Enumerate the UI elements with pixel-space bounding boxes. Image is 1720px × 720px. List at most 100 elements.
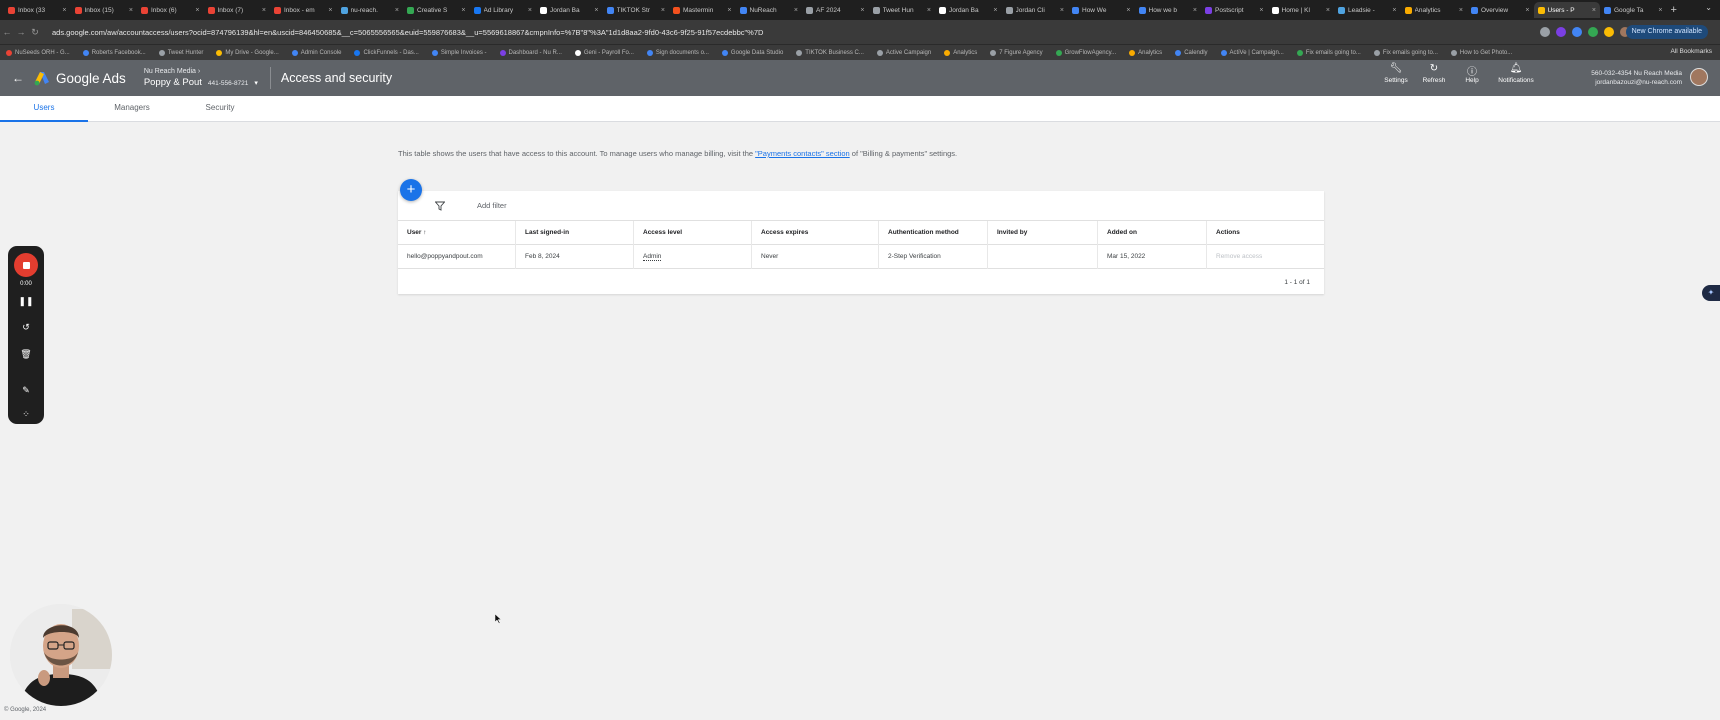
- column-header-invited-by[interactable]: Invited by: [988, 221, 1098, 245]
- browser-tab[interactable]: Tweet Hun ×: [869, 2, 936, 18]
- bookmark-item[interactable]: Fix emails going to...: [1373, 49, 1438, 56]
- column-header-added-on[interactable]: Added on: [1098, 221, 1207, 245]
- browser-tab[interactable]: TIKTOK Str ×: [603, 2, 670, 18]
- tab-security[interactable]: Security: [176, 96, 264, 122]
- close-tab-icon[interactable]: ×: [1193, 7, 1197, 14]
- close-tab-icon[interactable]: ×: [1525, 7, 1529, 14]
- bookmark-item[interactable]: Analytics: [1129, 49, 1162, 56]
- close-tab-icon[interactable]: ×: [328, 7, 332, 14]
- column-header-last-signed-in[interactable]: Last signed-in: [516, 221, 634, 245]
- browser-tab[interactable]: Mastermin ×: [669, 2, 736, 18]
- close-tab-icon[interactable]: ×: [1060, 7, 1064, 14]
- bookmark-item[interactable]: ActiVe | Campaign...: [1220, 49, 1284, 56]
- browser-tab[interactable]: Inbox (33 ×: [4, 2, 71, 18]
- address-bar[interactable]: ads.google.com/aw/accountaccess/users?oc…: [52, 28, 1252, 37]
- new-tab-button[interactable]: +: [1671, 4, 1677, 16]
- browser-tab[interactable]: Ad Library ×: [470, 2, 537, 18]
- browser-tab[interactable]: Jordan Ba ×: [935, 2, 1002, 18]
- close-tab-icon[interactable]: ×: [860, 7, 864, 14]
- browser-tab[interactable]: Inbox (15) ×: [71, 2, 138, 18]
- extension-icon[interactable]: [1540, 27, 1550, 37]
- bookmark-item[interactable]: Tweet Hunter: [158, 49, 203, 56]
- bookmark-item[interactable]: Fix emails going to...: [1296, 49, 1361, 56]
- filter-icon[interactable]: [435, 201, 445, 211]
- manager-account-name[interactable]: Nu Reach Media ›: [144, 68, 258, 75]
- browser-tab[interactable]: Leadsie - ×: [1334, 2, 1401, 18]
- browser-tab[interactable]: Users - P ×: [1533, 2, 1600, 18]
- close-tab-icon[interactable]: ×: [1459, 7, 1463, 14]
- close-tab-icon[interactable]: ×: [1126, 7, 1130, 14]
- column-header-user[interactable]: User ↑: [398, 221, 516, 245]
- stop-recording-button[interactable]: [14, 253, 38, 277]
- close-tab-icon[interactable]: ×: [1658, 7, 1662, 14]
- browser-tab[interactable]: How We ×: [1068, 2, 1135, 18]
- browser-tab[interactable]: Jordan Ba ×: [536, 2, 603, 18]
- tab-search-icon[interactable]: ⌄: [1705, 3, 1712, 12]
- all-bookmarks-button[interactable]: All Bookmarks: [1664, 48, 1712, 55]
- close-tab-icon[interactable]: ×: [528, 7, 532, 14]
- bookmark-item[interactable]: Google Data Studio: [721, 49, 783, 56]
- bookmark-item[interactable]: 7 Figure Agency: [990, 49, 1043, 56]
- browser-tab[interactable]: Overview ×: [1467, 2, 1534, 18]
- add-user-button[interactable]: +: [400, 179, 422, 201]
- bookmark-item[interactable]: Geni - Payroll Fo...: [574, 49, 634, 56]
- bookmark-item[interactable]: ClickFunnels - Das...: [354, 49, 419, 56]
- bookmark-item[interactable]: My Drive - Google...: [216, 49, 279, 56]
- back-arrow-icon[interactable]: ←: [12, 71, 28, 85]
- column-header-access-level[interactable]: Access level: [634, 221, 752, 245]
- close-tab-icon[interactable]: ×: [1392, 7, 1396, 14]
- bookmark-item[interactable]: Active Campaign: [876, 49, 931, 56]
- notifications-button[interactable]: 🔔︎ Notifications: [1496, 63, 1536, 84]
- chevron-down-icon[interactable]: ▾: [254, 79, 258, 87]
- refresh-button[interactable]: ↻ Refresh: [1420, 63, 1448, 84]
- close-tab-icon[interactable]: ×: [727, 7, 731, 14]
- remove-access-button[interactable]: Remove access: [1207, 245, 1324, 269]
- browser-tab[interactable]: AF 2024 ×: [802, 2, 869, 18]
- close-tab-icon[interactable]: ×: [62, 7, 66, 14]
- bookmark-item[interactable]: How to Get Photo...: [1450, 49, 1512, 56]
- browser-tab[interactable]: Inbox (7) ×: [204, 2, 271, 18]
- browser-tab[interactable]: Inbox (6) ×: [137, 2, 204, 18]
- bookmark-item[interactable]: Roberts Facebook...: [82, 49, 146, 56]
- close-tab-icon[interactable]: ×: [1259, 7, 1263, 14]
- sort-ascending-icon[interactable]: ↑: [423, 229, 426, 236]
- close-tab-icon[interactable]: ×: [1592, 7, 1596, 14]
- access-level-dropdown[interactable]: Admin: [643, 253, 662, 261]
- close-tab-icon[interactable]: ×: [262, 7, 266, 14]
- tab-users[interactable]: Users: [0, 96, 88, 122]
- close-tab-icon[interactable]: ×: [661, 7, 665, 14]
- avatar[interactable]: [1690, 68, 1708, 86]
- tab-managers[interactable]: Managers: [88, 96, 176, 122]
- column-header-access-expires[interactable]: Access expires: [752, 221, 879, 245]
- extension-icon[interactable]: [1556, 27, 1566, 37]
- bookmark-item[interactable]: Calendly: [1175, 49, 1208, 56]
- browser-tab[interactable]: Creative S ×: [403, 2, 470, 18]
- payments-contacts-link[interactable]: "Payments contacts" section: [755, 149, 850, 158]
- browser-tab[interactable]: nu-reach. ×: [337, 2, 404, 18]
- browser-tab[interactable]: Postscript ×: [1201, 2, 1268, 18]
- close-tab-icon[interactable]: ×: [594, 7, 598, 14]
- browser-tab[interactable]: Google Ta ×: [1600, 2, 1667, 18]
- browser-tab[interactable]: NuReach ×: [736, 2, 803, 18]
- bookmark-item[interactable]: GrowFlowAgency...: [1055, 49, 1116, 56]
- browser-tab[interactable]: How we b ×: [1135, 2, 1202, 18]
- close-tab-icon[interactable]: ×: [794, 7, 798, 14]
- bookmark-item[interactable]: Simple Invoices -: [431, 49, 487, 56]
- extension-icon[interactable]: [1604, 27, 1614, 37]
- reload-icon[interactable]: ↻: [28, 27, 42, 38]
- browser-tab[interactable]: Jordan Cli ×: [1002, 2, 1069, 18]
- help-button[interactable]: ⓘ Help: [1458, 63, 1486, 84]
- blur-tool-icon[interactable]: ⁘: [8, 409, 44, 420]
- draw-pen-icon[interactable]: ✎: [8, 385, 44, 396]
- extension-icon[interactable]: [1588, 27, 1598, 37]
- back-icon[interactable]: ←: [0, 27, 14, 37]
- close-tab-icon[interactable]: ×: [461, 7, 465, 14]
- webcam-bubble[interactable]: [10, 604, 112, 706]
- bookmark-item[interactable]: Dashboard - Nu R...: [499, 49, 562, 56]
- close-tab-icon[interactable]: ×: [993, 7, 997, 14]
- signed-in-account[interactable]: 560-032-4354 Nu Reach Media jordanbazouz…: [1591, 69, 1682, 87]
- browser-tab[interactable]: Inbox - em ×: [270, 2, 337, 18]
- close-tab-icon[interactable]: ×: [129, 7, 133, 14]
- close-tab-icon[interactable]: ×: [1326, 7, 1330, 14]
- add-filter-button[interactable]: Add filter: [477, 201, 507, 210]
